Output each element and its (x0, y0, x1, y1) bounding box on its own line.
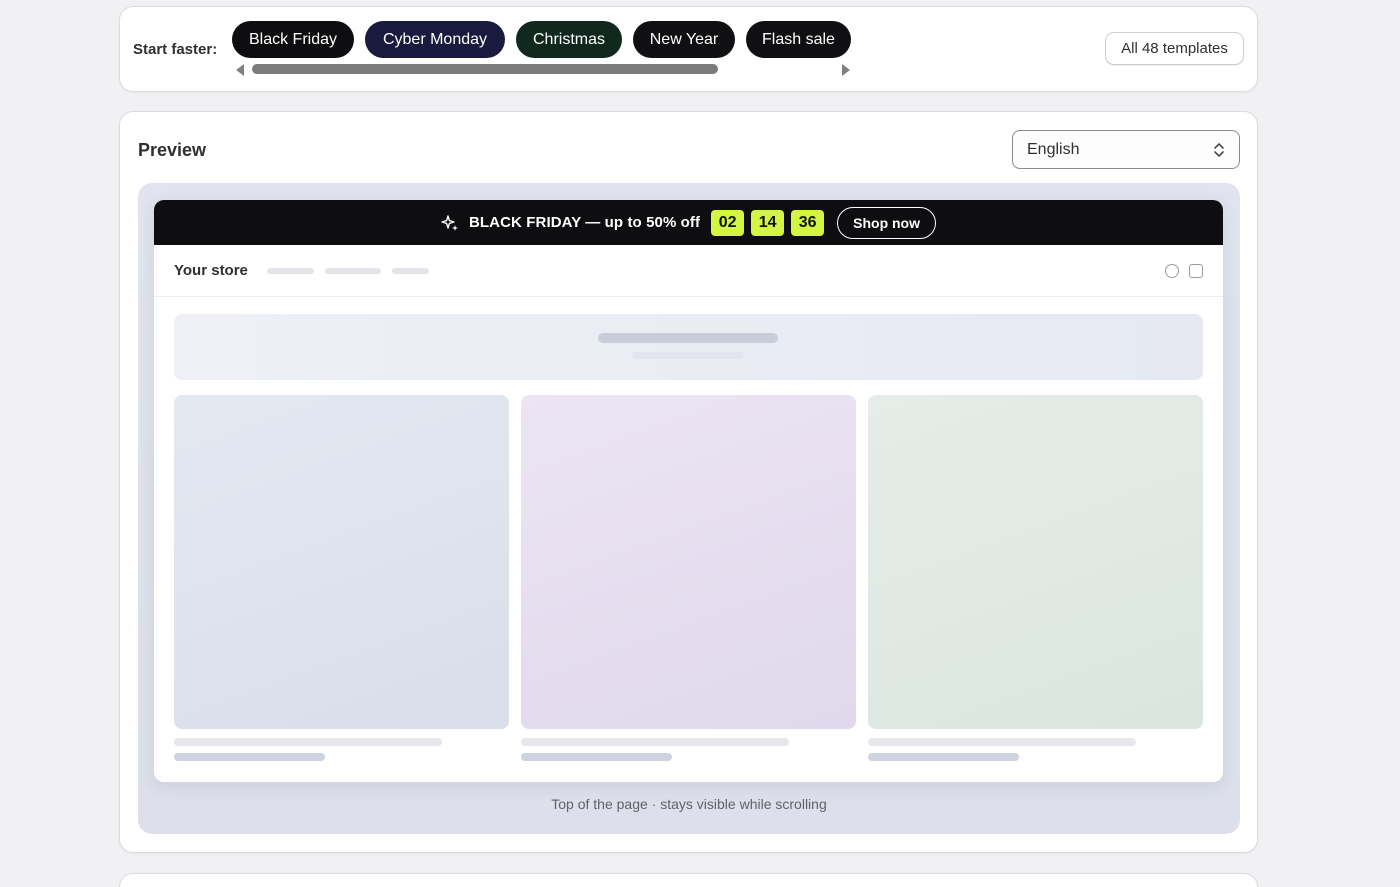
product-card-placeholder (521, 395, 856, 729)
hero-title-placeholder (598, 333, 778, 343)
product-card-placeholder (868, 395, 1203, 729)
announcement-text: BLACK FRIDAY — up to 50% off (468, 214, 701, 231)
template-chip-christmas[interactable]: Christmas (516, 21, 622, 58)
nav-placeholder (325, 268, 381, 274)
scroll-left-arrow-icon[interactable] (236, 64, 244, 76)
start-faster-label: Start faster: (133, 41, 218, 58)
timer-seconds: 36 (791, 209, 825, 236)
template-chip-black-friday[interactable]: Black Friday (232, 21, 354, 58)
template-chip-flash-sale[interactable]: Flash sale (746, 21, 851, 58)
nav-placeholder (392, 268, 429, 274)
product-price-placeholder (521, 753, 672, 761)
preview-caption: Top of the page · stays visible while sc… (551, 796, 827, 812)
timer-minutes: 14 (751, 209, 785, 236)
shop-now-button[interactable]: Shop now (837, 206, 937, 239)
product-title-placeholder (174, 738, 442, 746)
search-icon (1165, 264, 1179, 278)
scroll-right-arrow-icon[interactable] (842, 64, 850, 76)
store-mockup: BLACK FRIDAY — up to 50% off 02 14 36 Sh… (154, 200, 1223, 782)
product-card-placeholder (174, 395, 509, 729)
preview-card: Preview English BLACK FRIDAY — up to 50%… (119, 111, 1258, 853)
hero-placeholder (174, 314, 1203, 380)
all-templates-button[interactable]: All 48 templates (1105, 32, 1244, 65)
chevron-updown-icon (1214, 143, 1224, 157)
templates-card: Start faster: Black Friday Cyber Monday … (119, 6, 1258, 92)
product-title-placeholder (868, 738, 1136, 746)
preview-title: Preview (138, 140, 207, 160)
product-price-placeholder (174, 753, 325, 761)
preview-stage: BLACK FRIDAY — up to 50% off 02 14 36 Sh… (138, 183, 1240, 834)
product-title-placeholder (521, 738, 789, 746)
sparkle-icon (441, 214, 458, 231)
cart-icon (1189, 264, 1203, 278)
timer-hours: 02 (711, 209, 745, 236)
product-price-placeholder (868, 753, 1019, 761)
language-select-value: English (1027, 140, 1080, 158)
hero-subtitle-placeholder (632, 352, 744, 359)
next-card (119, 873, 1258, 887)
store-name: Your store (174, 262, 248, 279)
template-chip-cyber-monday[interactable]: Cyber Monday (365, 21, 505, 58)
language-select[interactable]: English (1012, 130, 1240, 169)
nav-placeholder (267, 268, 314, 274)
announcement-bar: BLACK FRIDAY — up to 50% off 02 14 36 Sh… (154, 200, 1223, 245)
horizontal-scrollbar[interactable] (252, 64, 718, 74)
store-header: Your store (154, 245, 1223, 297)
template-chip-new-year[interactable]: New Year (633, 21, 735, 58)
